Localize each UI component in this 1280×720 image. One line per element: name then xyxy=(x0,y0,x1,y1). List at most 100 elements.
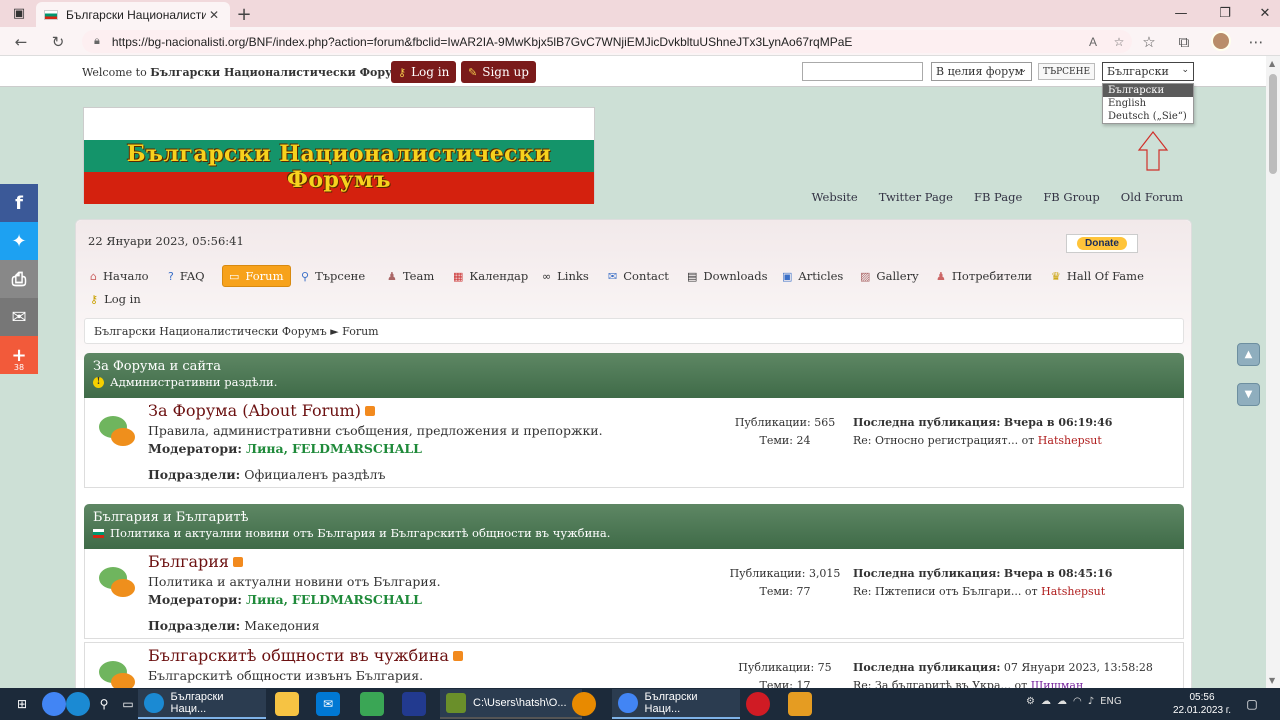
task-view-icon[interactable]: ▭ xyxy=(116,692,140,716)
more-share-icon[interactable]: +38 xyxy=(0,336,38,374)
stack-icon[interactable] xyxy=(788,692,812,716)
scroll-down-button[interactable]: ▼ xyxy=(1237,383,1260,406)
menu-links[interactable]: ∞ Links xyxy=(536,265,595,287)
scroll-up-button[interactable]: ▲ xyxy=(1237,343,1260,366)
language-option[interactable]: Deutsch („Sie“) xyxy=(1103,110,1193,123)
email-share-icon[interactable]: ✉ xyxy=(0,298,38,336)
board-name[interactable]: Българскитѣ общности въ чужбина xyxy=(148,646,463,665)
moderator-link[interactable]: Лина, xyxy=(246,441,288,456)
search-input[interactable] xyxy=(802,62,923,81)
volume-icon[interactable]: ♪ xyxy=(1088,696,1094,707)
menu-forum[interactable]: ▭ Forum xyxy=(222,265,291,287)
login-button[interactable]: ⚷ Log in xyxy=(391,61,457,83)
scrollbar-thumb[interactable] xyxy=(1269,74,1277,174)
favorite-star-icon[interactable]: ☆ xyxy=(1106,35,1132,49)
menu-search[interactable]: ⚲ Търсене xyxy=(295,265,371,287)
moderator-link[interactable]: Лина, xyxy=(246,592,288,607)
link-fb-group[interactable]: FB Group xyxy=(1043,190,1099,204)
more-menu-icon[interactable]: ⋯ xyxy=(1245,31,1267,53)
uk-flag-icon[interactable] xyxy=(402,692,426,716)
page-scrollbar[interactable]: ▲ ▼ xyxy=(1266,56,1280,688)
language-option[interactable]: English xyxy=(1103,97,1193,110)
taskbar-clock[interactable]: 05:56 22.01.2023 г. xyxy=(1172,691,1232,717)
notifications-icon[interactable]: ▢ xyxy=(1240,692,1264,716)
search-button[interactable]: ТЪРСЕНЕ xyxy=(1038,63,1095,80)
edge-icon[interactable] xyxy=(66,692,90,716)
print-icon[interactable]: ⎙ xyxy=(0,260,38,298)
favorites-icon[interactable]: ☆ xyxy=(1138,31,1160,53)
menu-contact[interactable]: ✉ Contact xyxy=(602,265,675,287)
scroll-arrow-down-icon[interactable]: ▼ xyxy=(1269,676,1275,685)
facebook-share-icon[interactable]: f xyxy=(0,184,38,222)
subboard-link[interactable]: Македония xyxy=(244,618,319,633)
collections-icon[interactable]: ⧉ xyxy=(1173,31,1195,53)
menu-gallery[interactable]: ▨ Gallery xyxy=(854,265,925,287)
file-explorer-icon[interactable] xyxy=(275,692,299,716)
language-indicator[interactable]: ENG xyxy=(1100,696,1122,707)
app-gear-icon[interactable] xyxy=(572,692,596,716)
menu-faq[interactable]: ? FAQ xyxy=(162,265,211,287)
opera-icon[interactable] xyxy=(746,692,770,716)
taskbar-app-chrome[interactable]: Български Наци... xyxy=(612,689,740,719)
twitter-share-icon[interactable]: ✦ xyxy=(0,222,38,260)
moderator-link[interactable]: FELDMARSCHALL xyxy=(292,441,422,456)
menu-hall-of-fame[interactable]: ♛ Hall Of Fame xyxy=(1045,265,1150,287)
menu-downloads[interactable]: ▤ Downloads xyxy=(681,265,774,287)
menu-team[interactable]: ♟ Team xyxy=(381,265,440,287)
onedrive-icon[interactable]: ☁ xyxy=(1057,696,1067,707)
taskbar-app-edge[interactable]: Български Наци... xyxy=(138,689,266,719)
profile-avatar[interactable] xyxy=(1211,31,1231,51)
new-tab-button[interactable]: + xyxy=(233,3,255,25)
search-scope-select[interactable]: В целия форум ⌄ xyxy=(931,62,1032,81)
tab-actions-icon[interactable]: ▣ xyxy=(4,2,34,24)
cloud-icon[interactable]: ☁ xyxy=(1041,696,1051,707)
settings-icon[interactable]: ⚙ xyxy=(1026,696,1035,707)
read-aloud-icon[interactable]: A xyxy=(1080,35,1106,49)
language-option[interactable]: Български xyxy=(1103,84,1193,97)
last-post-user[interactable]: Hatshepsut xyxy=(1038,434,1102,447)
last-post-topic[interactable]: Re: Пжтеписи отъ Българи... xyxy=(853,585,1021,598)
chrome-icon[interactable] xyxy=(42,692,66,716)
link-fb-page[interactable]: FB Page xyxy=(974,190,1022,204)
browser-tab[interactable]: Български Националистическ ✕ xyxy=(36,2,230,27)
close-tab-icon[interactable]: ✕ xyxy=(206,8,222,22)
rss-icon[interactable] xyxy=(452,650,463,661)
board-name[interactable]: България xyxy=(148,552,244,571)
mail-icon[interactable]: ✉ xyxy=(316,692,340,716)
last-post-user[interactable]: Hatshepsut xyxy=(1041,585,1105,598)
menu-calendar[interactable]: ▦ Календар xyxy=(447,265,534,287)
donate-button[interactable]: Donate xyxy=(1066,234,1138,253)
wifi-icon[interactable]: ◠ xyxy=(1073,696,1082,707)
rss-icon[interactable] xyxy=(233,556,244,567)
start-icon[interactable]: ⊞ xyxy=(10,692,34,716)
rss-icon[interactable] xyxy=(364,405,375,416)
moderator-link[interactable]: FELDMARSCHALL xyxy=(292,592,422,607)
taskbar-app-file[interactable]: C:\Users\hatsh\O... xyxy=(440,689,582,719)
link-twitter[interactable]: Twitter Page xyxy=(879,190,953,204)
link-old-forum[interactable]: Old Forum xyxy=(1121,190,1183,204)
menu-users[interactable]: ♟ Потребители xyxy=(930,265,1038,287)
language-select[interactable]: Български ⌄ xyxy=(1102,62,1194,81)
last-post-topic[interactable]: Re: Относно регистрацият... xyxy=(853,434,1018,447)
category-header[interactable]: За Форума и сайта ! Административни раздѣ… xyxy=(84,353,1184,398)
last-post-user[interactable]: Шишман xyxy=(1031,679,1084,688)
menu-articles[interactable]: ▣ Articles xyxy=(776,265,849,287)
forum-banner-logo[interactable]: Български Националистически Форумъ xyxy=(83,107,595,204)
app-icon[interactable] xyxy=(360,692,384,716)
category-header[interactable]: България и Българитѣ Политика и актуални… xyxy=(84,504,1184,549)
search-icon[interactable]: ⚲ xyxy=(92,692,116,716)
maximize-icon[interactable]: ❐ xyxy=(1210,2,1240,24)
board-name[interactable]: За Форума (About Forum) xyxy=(148,401,375,420)
refresh-icon[interactable]: ↻ xyxy=(47,31,69,53)
menu-login[interactable]: ⚷ Log in xyxy=(84,288,147,310)
subboard-link[interactable]: Официаленъ раздѣлъ xyxy=(244,467,385,482)
back-icon[interactable]: ← xyxy=(10,31,32,53)
close-window-icon[interactable]: ✕ xyxy=(1250,2,1280,24)
scroll-arrow-up-icon[interactable]: ▲ xyxy=(1269,59,1275,68)
link-website[interactable]: Website xyxy=(812,190,858,204)
menu-home[interactable]: ⌂ Начало xyxy=(84,265,155,287)
minimize-icon[interactable]: — xyxy=(1166,2,1196,24)
signup-button[interactable]: ✎ Sign up xyxy=(461,61,536,83)
address-bar[interactable]: 🔒︎ https://bg-nacionalisti.org/BNF/index… xyxy=(82,30,1132,53)
breadcrumb[interactable]: Български Националистически Форумъ ► For… xyxy=(84,318,1184,344)
